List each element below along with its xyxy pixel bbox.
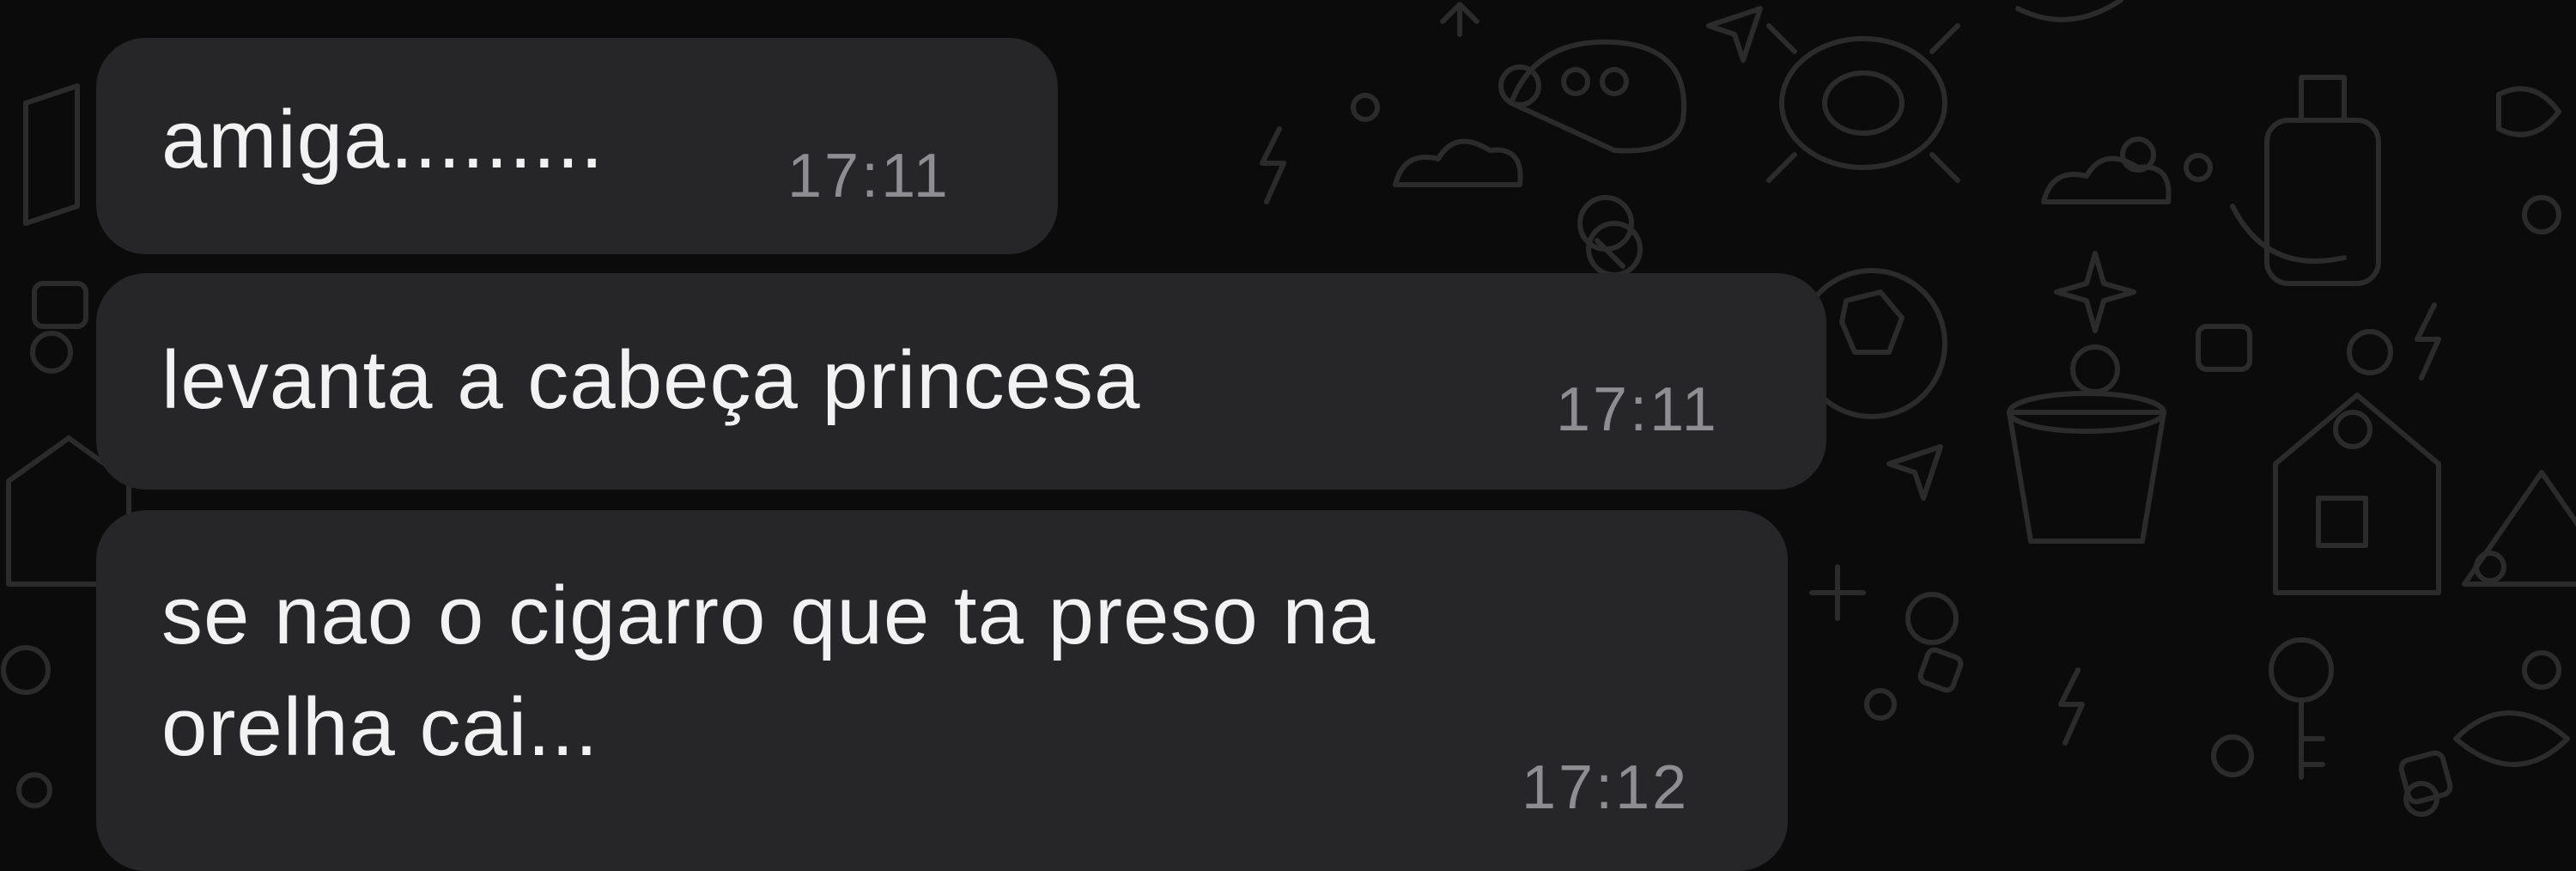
message-bubble[interactable]: se nao o cigarro que ta preso na orelha … xyxy=(96,510,1788,871)
message-text: amiga......... xyxy=(161,94,605,186)
message-text: se nao o cigarro que ta preso na orelha … xyxy=(161,570,1376,773)
message-bubble[interactable]: amiga......... 17:11 xyxy=(96,38,1058,254)
chat-area: amiga......... 17:11 levanta a cabeça pr… xyxy=(0,0,2576,871)
message-timestamp: 17:11 xyxy=(787,142,951,210)
message-text: levanta a cabeça princesa xyxy=(161,334,1141,426)
message-timestamp: 17:11 xyxy=(1556,375,1719,444)
message-timestamp: 17:12 xyxy=(1522,753,1690,822)
message-bubble[interactable]: levanta a cabeça princesa 17:11 xyxy=(96,273,1826,490)
